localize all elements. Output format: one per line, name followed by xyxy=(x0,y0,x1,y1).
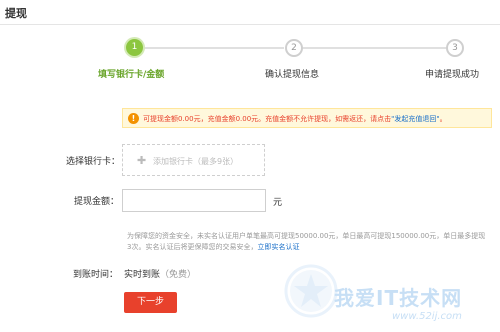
amount-input[interactable] xyxy=(122,189,266,212)
hint-text: 为保障您的资金安全，未实名认证用户单笔最高可提现50000.00元，单日最高可提… xyxy=(127,232,486,251)
notice-message: 可提现金额0.00元，充值金额0.00元。充值金额不允许提现，如需返还，请点击 xyxy=(143,115,392,123)
plus-icon: ✚ xyxy=(137,154,147,167)
bank-card-label: 选择银行卡： xyxy=(66,157,121,167)
next-step-button[interactable]: 下一步 xyxy=(124,292,177,313)
arrival-mode: 实时到账 xyxy=(124,270,161,280)
notice-banner: ! 可提现金额0.00元，充值金额0.00元。充值金额不允许提现，如需返还，请点… xyxy=(122,108,492,128)
step-1-indicator: 1 xyxy=(126,39,143,56)
add-card-label: 添加银行卡（最多9张） xyxy=(153,157,239,166)
step-connector-2 xyxy=(302,47,447,49)
page-title: 提现 xyxy=(5,7,27,20)
refund-link[interactable]: "发起充值退回" xyxy=(391,115,439,123)
notice-text: 可提现金额0.00元，充值金额0.00元。充值金额不允许提现，如需返还，请点击"… xyxy=(143,114,447,124)
security-hint: 为保障您的资金安全，未实名认证用户单笔最高可提现50000.00元，单日最高可提… xyxy=(127,231,487,253)
step-2-indicator: 2 xyxy=(285,39,303,57)
arrival-time-value: 实时到账（免费） xyxy=(124,267,196,280)
amount-unit: 元 xyxy=(273,198,283,208)
amount-label: 提现金额： xyxy=(74,197,120,207)
arrival-fee-note: （免费） xyxy=(160,270,197,280)
step-2-label: 确认提现信息 xyxy=(265,70,320,80)
add-bank-card-button[interactable]: ✚ 添加银行卡（最多9张） xyxy=(122,144,265,176)
watermark-logo-icon xyxy=(284,264,338,318)
watermark-title: 我爱IT技术网 xyxy=(334,286,463,310)
step-1-label: 填写银行卡/金额 xyxy=(98,70,165,80)
verify-identity-link[interactable]: 立即实名认证 xyxy=(257,243,299,251)
step-3-label: 申请提现成功 xyxy=(425,70,480,80)
step-3-indicator: 3 xyxy=(446,39,464,57)
title-divider xyxy=(0,24,500,25)
arrival-time-label: 到账时间： xyxy=(73,270,119,280)
notice-end: 。 xyxy=(439,115,447,123)
warning-icon: ! xyxy=(128,113,139,124)
watermark-url: www.52ij.com xyxy=(392,311,462,322)
step-connector-1 xyxy=(142,47,284,49)
